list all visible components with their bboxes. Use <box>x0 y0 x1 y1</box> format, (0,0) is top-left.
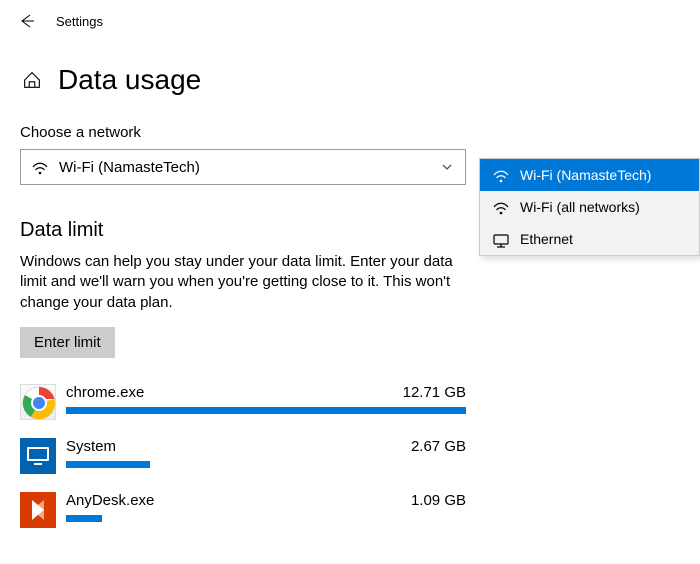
usage-bar-fill <box>66 407 466 414</box>
network-option-label: Ethernet <box>520 231 573 247</box>
ethernet-icon <box>492 230 510 248</box>
usage-bar-fill <box>66 515 102 522</box>
app-row: AnyDesk.exe 1.09 GB <box>20 492 466 528</box>
wifi-icon <box>492 198 510 216</box>
data-limit-description: Windows can help you stay under your dat… <box>20 252 480 313</box>
app-usage: 12.71 GB <box>403 384 466 401</box>
back-button[interactable] <box>12 6 42 36</box>
app-row: chrome.exe 12.71 GB <box>20 384 466 420</box>
anydesk-icon <box>20 492 56 528</box>
network-label: Choose a network <box>20 124 680 141</box>
app-name: chrome.exe <box>66 384 144 401</box>
home-icon[interactable] <box>20 68 44 92</box>
usage-bar <box>66 407 466 414</box>
app-usage: 1.09 GB <box>411 492 466 509</box>
window-title: Settings <box>56 14 103 29</box>
app-usage: 2.67 GB <box>411 438 466 455</box>
wifi-icon <box>31 158 49 176</box>
usage-bar <box>66 461 466 468</box>
network-option-label: Wi-Fi (all networks) <box>520 199 640 215</box>
usage-bar-fill <box>66 461 150 468</box>
app-row: System 2.67 GB <box>20 438 466 474</box>
network-option-ethernet[interactable]: Ethernet <box>480 223 699 255</box>
network-option-label: Wi-Fi (NamasteTech) <box>520 167 651 183</box>
system-icon <box>20 438 56 474</box>
page-title: Data usage <box>58 64 201 96</box>
app-usage-list: chrome.exe 12.71 GB System 2.67 GB <box>20 384 466 528</box>
usage-bar <box>66 515 466 522</box>
app-name: System <box>66 438 116 455</box>
wifi-icon <box>492 166 510 184</box>
network-option-wifi-all[interactable]: Wi-Fi (all networks) <box>480 191 699 223</box>
network-select[interactable]: Wi-Fi (NamasteTech) <box>20 149 466 185</box>
chrome-icon <box>20 384 56 420</box>
app-name: AnyDesk.exe <box>66 492 154 509</box>
enter-limit-button[interactable]: Enter limit <box>20 327 115 358</box>
network-select-value: Wi-Fi (NamasteTech) <box>59 159 439 176</box>
network-option-wifi-namastetech[interactable]: Wi-Fi (NamasteTech) <box>480 159 699 191</box>
network-dropdown[interactable]: Wi-Fi (NamasteTech) Wi-Fi (all networks)… <box>479 158 700 256</box>
chevron-down-icon <box>439 159 455 175</box>
